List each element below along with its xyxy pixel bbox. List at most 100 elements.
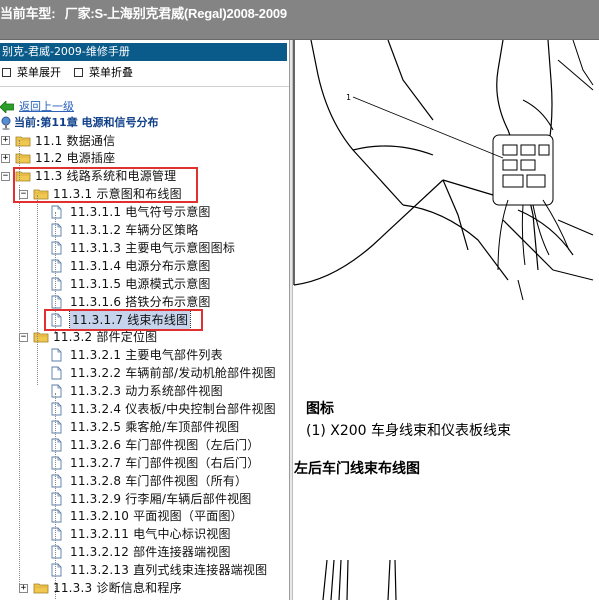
document-icon [51, 259, 62, 273]
tree-item[interactable]: 11.1 数据通信 [15, 131, 115, 149]
tree-item[interactable]: 11.2 电源插座 [15, 149, 115, 167]
document-icon [51, 205, 62, 219]
document-icon [51, 456, 62, 470]
tree-item-label: 11.3.2.2 车辆前部/发动机舱部件视图 [70, 366, 276, 381]
tree-item-label: 11.3.2.5 乘客舱/车顶部件视图 [70, 419, 240, 434]
expand-all-button[interactable]: 菜单展开 [2, 64, 61, 82]
figure-label: 图标 [306, 401, 334, 417]
document-icon [51, 223, 62, 237]
expand-icon[interactable]: + [1, 153, 10, 163]
tree-item[interactable]: 11.3.1.1 电气符号示意图 [51, 203, 211, 221]
tree-item[interactable]: 11.3.2.5 乘客舱/车顶部件视图 [51, 417, 239, 435]
collapse-icon[interactable]: − [19, 332, 28, 342]
expand-icon[interactable]: + [19, 583, 28, 593]
document-icon [51, 277, 62, 291]
document-icon [51, 563, 62, 577]
tree-item-label: 11.1 数据通信 [35, 133, 116, 148]
tree-item[interactable]: 11.3.2.7 车门部件视图（右后门） [51, 453, 259, 471]
back-link[interactable]: 返回上一级 [0, 98, 74, 114]
tree-item[interactable]: 11.3.2.12 部件连接器端视图 [51, 543, 231, 561]
expand-all-label: 菜单展开 [17, 66, 61, 79]
tree-item-label: 11.3.3 诊断信息和程序 [53, 581, 182, 595]
tree-item[interactable]: 11.3.2.6 车门部件视图（左后门） [51, 435, 259, 453]
content-pane: 1 图标 (1) X200 车身线束和仪表板线束 左后车门线束布线图 [293, 40, 599, 600]
tree-item[interactable]: 11.3.2.3 动力系统部件视图 [51, 382, 223, 400]
tree-item[interactable]: 11.3.1.5 电源模式示意图 [51, 274, 211, 292]
document-icon [51, 438, 62, 452]
toolbar-separator [0, 86, 289, 87]
vehicle-model-info: 当前车型: 厂家:S-上海别克君威(Regal)2008-2009 [0, 3, 287, 22]
tree-item[interactable]: 11.3.1.2 车辆分区策略 [51, 221, 198, 239]
collapse-all-label: 菜单折叠 [89, 66, 133, 79]
tree-connector-line [19, 185, 20, 590]
collapse-icon[interactable]: − [1, 171, 10, 181]
figure-caption: (1) X200 车身线束和仪表板线束 [306, 423, 512, 439]
door-harness-diagram-preview [322, 560, 397, 600]
tree-item[interactable]: 11.3.2.13 直列式线束连接器端视图 [51, 561, 267, 579]
tree-item[interactable]: 11.3.2.2 车辆前部/发动机舱部件视图 [51, 364, 276, 382]
highlight-box-section [13, 167, 198, 203]
tree-item-label: 11.3.1.2 车辆分区策略 [70, 223, 199, 237]
document-icon [51, 545, 62, 559]
vehicle-model-value: 厂家:S-上海别克君威(Regal)2008-2009 [64, 6, 287, 21]
folder-icon [15, 136, 31, 146]
current-chapter: 当前:第11章 电源和信号分布 [0, 114, 159, 130]
back-arrow-icon [0, 101, 14, 113]
tree-item[interactable]: 11.3.2.10 平面视图（平面图） [51, 507, 243, 525]
document-icon [51, 527, 62, 541]
tree-connector-line [37, 195, 38, 385]
current-chapter-label: 当前:第11章 电源和信号分布 [14, 116, 159, 129]
tree-toolbar: 菜单展开 菜单折叠 [0, 64, 289, 82]
expand-all-icon [2, 67, 11, 77]
tree-item-label: 11.3.1.1 电气符号示意图 [70, 205, 211, 220]
tree-item[interactable]: 11.3.2.1 主要电气部件列表 [51, 346, 223, 364]
tree-item-label: 11.2 电源插座 [35, 151, 116, 166]
tree-item[interactable]: 11.3.2.8 车门部件视图（所有） [51, 471, 247, 489]
folder-icon [15, 153, 31, 164]
section-heading: 左后车门线束布线图 [294, 461, 420, 477]
wiring-harness-diagram: 1 [293, 40, 594, 300]
navigation-sidebar: 别克-君威-2009-维修手册 菜单展开 菜单折叠 返回上一级 当前:第11章 … [0, 40, 289, 600]
tree-item[interactable]: 11.3.1.6 搭铁分布示意图 [51, 292, 211, 310]
tree-item-label: 11.3.2.13 直列式线束连接器端视图 [70, 563, 268, 578]
document-icon [51, 295, 62, 309]
tree-item[interactable]: 11.3.2.4 仪表板/中央控制台部件视图 [51, 400, 276, 418]
tree-item-label: 11.3.2.4 仪表板/中央控制台部件视图 [70, 402, 276, 416]
document-icon [51, 241, 62, 255]
location-pin-icon [1, 116, 11, 130]
collapse-all-icon [74, 67, 83, 77]
tree-item-label: 11.3.1.4 电源分布示意图 [70, 258, 211, 273]
folder-icon [33, 583, 49, 594]
tree-item-label: 11.3.2.6 车门部件视图（左后门） [70, 437, 260, 452]
tree-item-label: 11.3.2.7 车门部件视图（右后门） [70, 455, 260, 470]
tree-item-label: 11.3.2.12 部件连接器端视图 [70, 545, 231, 560]
tree-item-label: 11.3.1.3 主要电气示意图图标 [70, 240, 236, 255]
document-icon [51, 384, 62, 398]
tree-item[interactable]: 11.3.1.3 主要电气示意图图标 [51, 238, 235, 256]
vehicle-model-label: 当前车型: [0, 6, 56, 21]
tree-item-label: 11.3.2.3 动力系统部件视图 [70, 384, 223, 399]
tree-item-label: 11.3.2 部件定位图 [53, 330, 158, 345]
callout-number: 1 [346, 93, 351, 102]
document-icon [51, 402, 62, 416]
tree-item-label: 11.3.2.11 电气中心标识视图 [70, 527, 231, 542]
document-icon [51, 420, 62, 434]
tree-item-label: 11.3.2.8 车门部件视图（所有） [70, 473, 248, 488]
tree-item[interactable]: 11.3.1.4 电源分布示意图 [51, 256, 211, 274]
expand-icon[interactable]: + [1, 136, 10, 145]
document-icon [51, 366, 62, 380]
document-icon [51, 348, 62, 362]
tree-item-label: 11.3.2.1 主要电气部件列表 [70, 348, 223, 363]
document-icon [51, 492, 62, 505]
back-link-label: 返回上一级 [19, 100, 74, 113]
tree-item[interactable]: 11.3.2.9 行李厢/车辆后部件视图 [51, 489, 251, 507]
document-icon [51, 474, 62, 488]
tree-item-label: 11.3.1.6 搭铁分布示意图 [70, 294, 211, 309]
tree-item[interactable]: 11.3.2.11 电气中心标识视图 [51, 525, 231, 543]
tree-item-label: 11.3.1.5 电源模式示意图 [70, 276, 211, 291]
manual-title-bar: 别克-君威-2009-维修手册 [0, 43, 287, 61]
highlight-box-wiring-layout [44, 309, 203, 331]
tree-connector-line [55, 393, 56, 600]
collapse-all-button[interactable]: 菜单折叠 [74, 64, 133, 82]
document-icon [51, 509, 62, 523]
